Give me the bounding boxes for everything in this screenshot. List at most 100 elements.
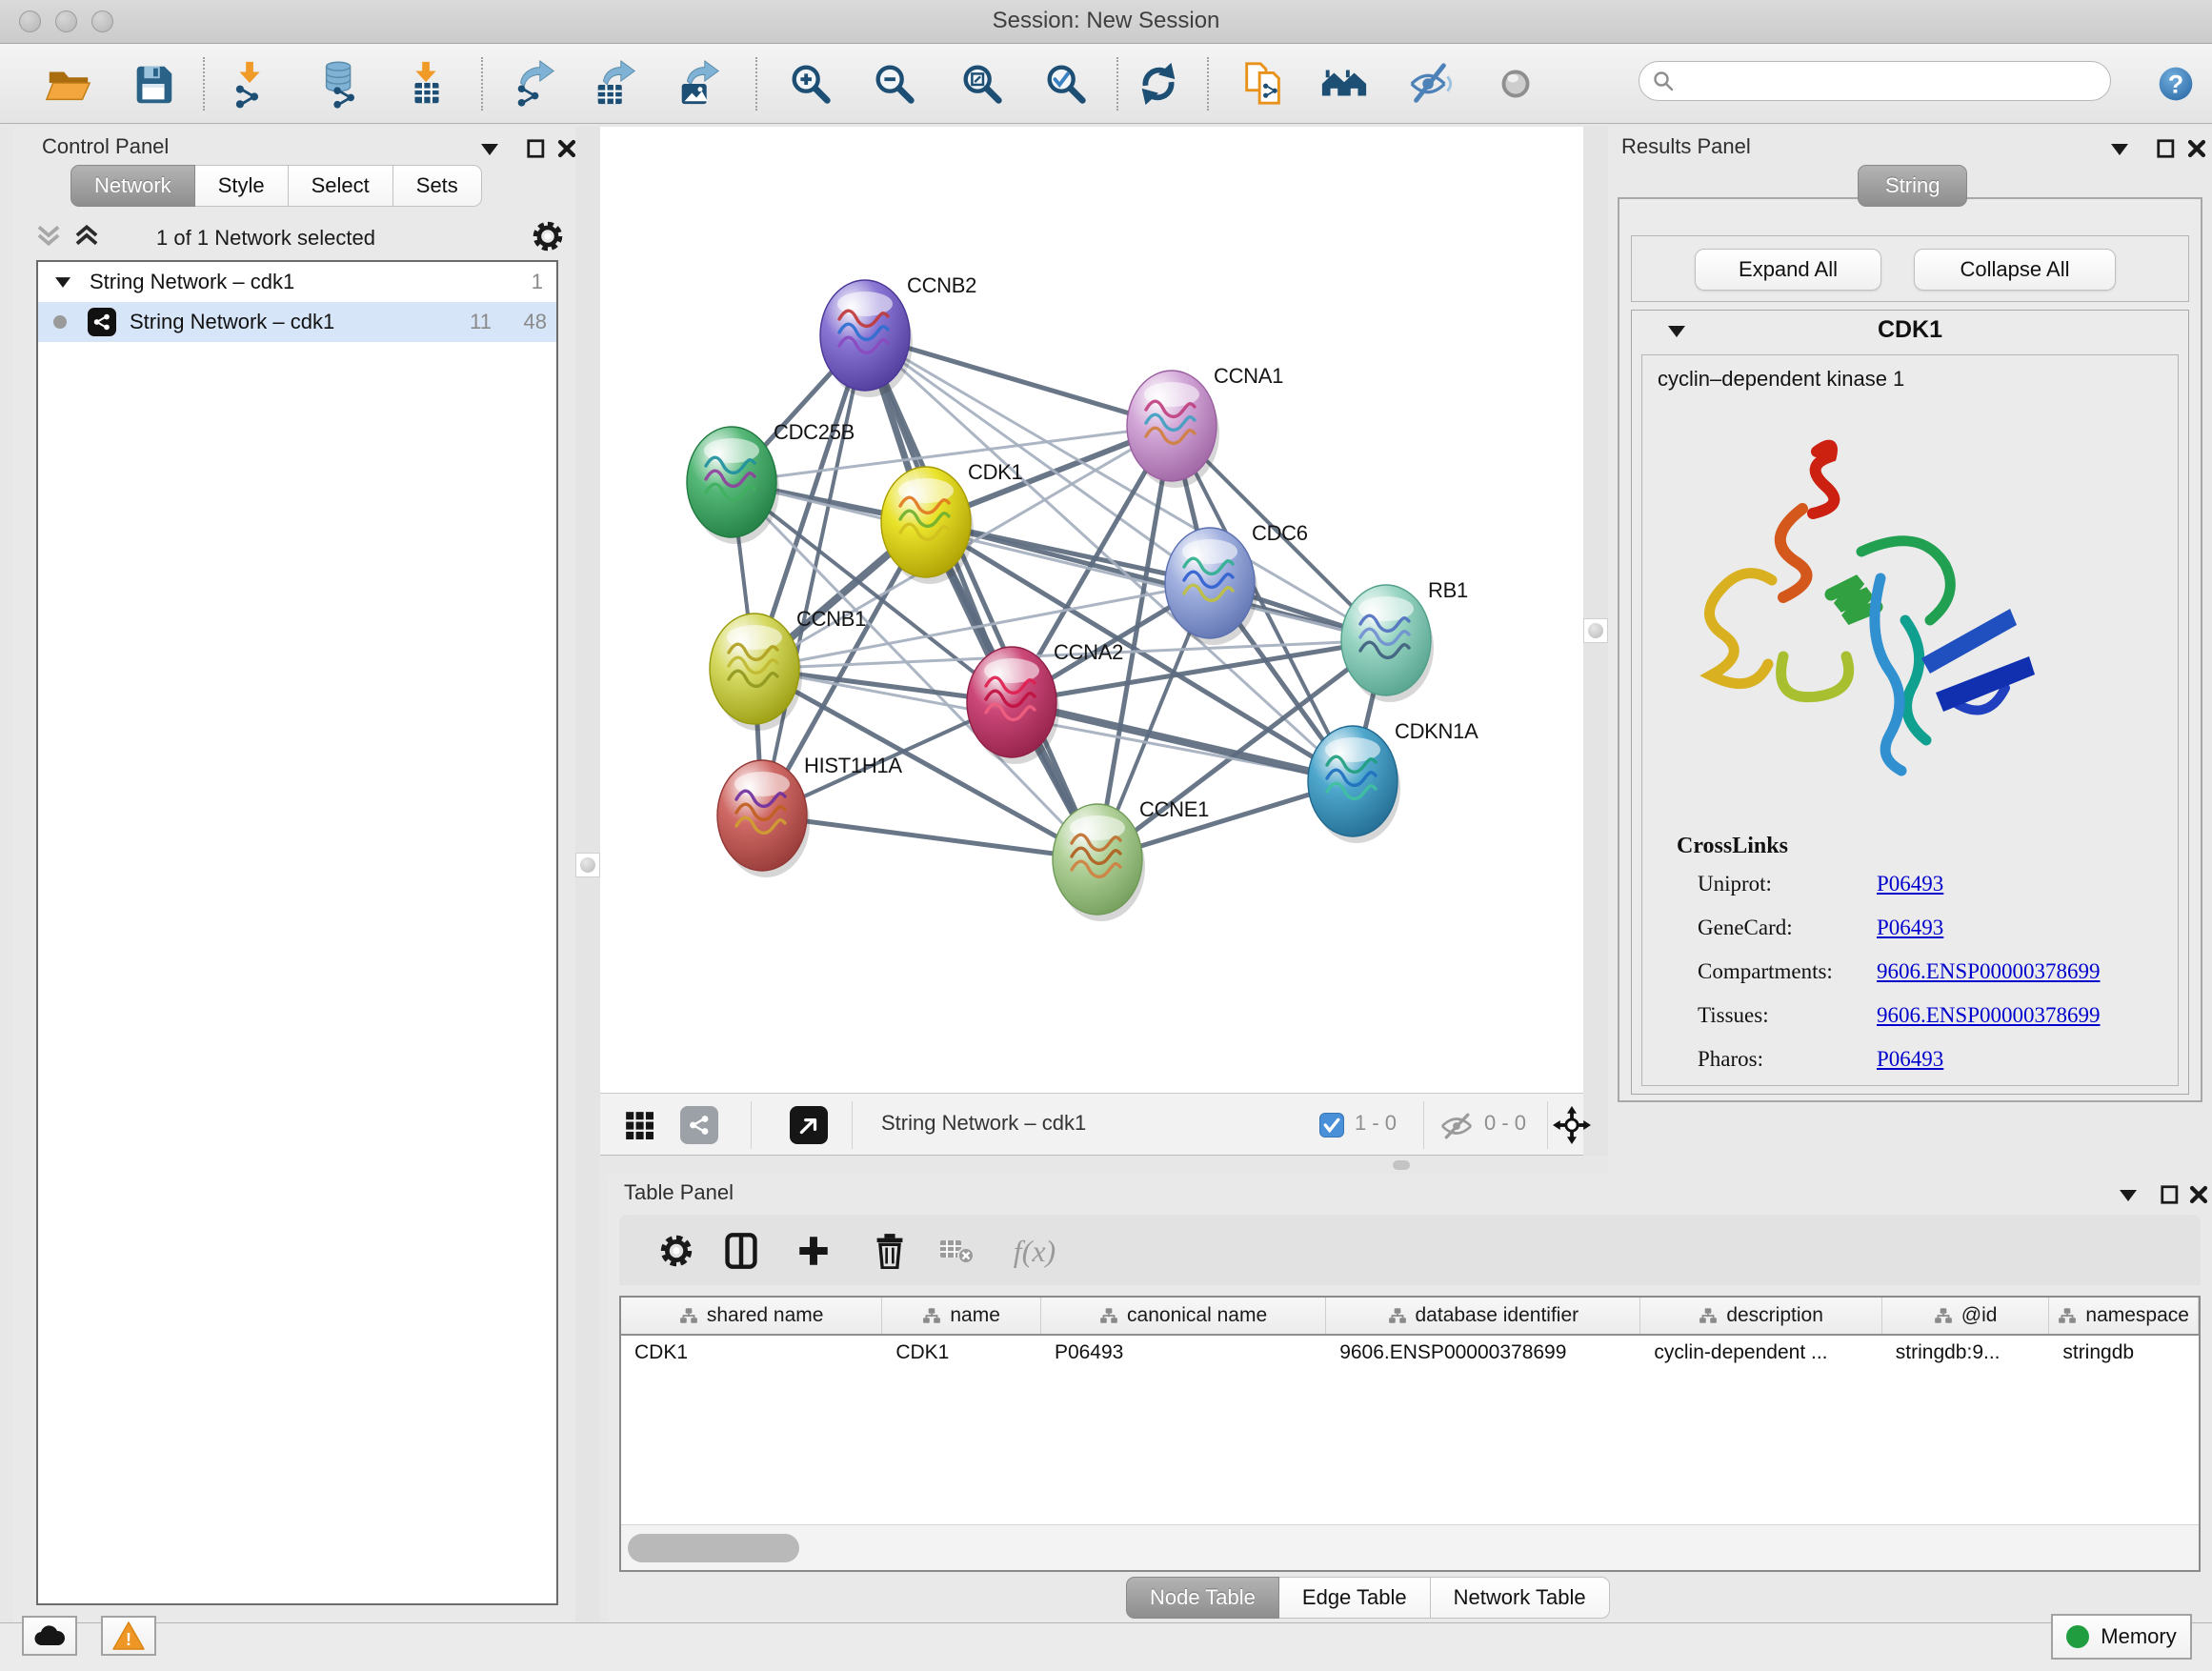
- panel-collapse-icon[interactable]: [2120, 1190, 2137, 1201]
- crosslink-link[interactable]: P06493: [1877, 1047, 1943, 1091]
- node-RB1[interactable]: RB1: [1341, 578, 1468, 702]
- edge-CCNB2-CCNE1[interactable]: [865, 335, 1097, 859]
- node-CCNA1[interactable]: CCNA1: [1127, 364, 1283, 488]
- grid-view-button[interactable]: [620, 1106, 658, 1144]
- crosslink-link[interactable]: 9606.ENSP00000378699: [1877, 1003, 2101, 1047]
- tab-sets[interactable]: Sets: [393, 165, 482, 207]
- show-details-button[interactable]: [1489, 55, 1542, 112]
- column-type-icon: [1099, 1307, 1118, 1324]
- zoom-fit-icon: [957, 59, 1007, 109]
- delete-column-button[interactable]: [865, 1226, 915, 1276]
- tree-expand-icon[interactable]: [55, 277, 70, 288]
- column-header-canonical-name[interactable]: canonical name: [1041, 1298, 1326, 1334]
- column-header-@id[interactable]: @id: [1882, 1298, 2050, 1334]
- export-network-button[interactable]: [508, 55, 561, 112]
- node-CCNA2[interactable]: CCNA2: [967, 640, 1123, 764]
- panel-collapse-icon[interactable]: [2111, 144, 2128, 155]
- hidden-eye-icon[interactable]: [1438, 1113, 1475, 1139]
- export-table-button[interactable]: [589, 55, 642, 112]
- save-session-button[interactable]: [127, 55, 180, 112]
- column-header-namespace[interactable]: namespace: [2049, 1298, 2199, 1334]
- node-CCNB2[interactable]: CCNB2: [820, 273, 976, 397]
- tab-style[interactable]: Style: [195, 165, 289, 207]
- open-in-new-window-button[interactable]: [790, 1106, 828, 1144]
- column-header-name[interactable]: name: [882, 1298, 1041, 1334]
- open-session-button[interactable]: [42, 55, 95, 112]
- table-panel: Table Panel: [607, 1175, 2212, 1622]
- crosslink-link[interactable]: 9606.ENSP00000378699: [1877, 959, 2101, 1003]
- crosslink-link[interactable]: P06493: [1877, 872, 1943, 916]
- panel-float-icon[interactable]: [2160, 1184, 2181, 1205]
- expand-all-button[interactable]: Expand All: [1695, 249, 1881, 291]
- splitter-handle[interactable]: [575, 853, 600, 877]
- gear-icon[interactable]: [532, 220, 564, 252]
- zoom-in-button[interactable]: [784, 55, 837, 112]
- separator: [1547, 1101, 1548, 1149]
- tab-string[interactable]: String: [1858, 165, 1967, 207]
- network-collection-row[interactable]: String Network – cdk1 1: [38, 262, 556, 302]
- tab-edge-table[interactable]: Edge Table: [1279, 1577, 1431, 1619]
- panel-close-icon[interactable]: [2186, 138, 2207, 159]
- network-collection-label: String Network – cdk1: [90, 270, 294, 294]
- tab-network[interactable]: Network: [70, 165, 195, 207]
- table-panel-title: Table Panel: [624, 1180, 734, 1205]
- horizontal-scrollbar[interactable]: [621, 1524, 2199, 1570]
- tab-network-table[interactable]: Network Table: [1431, 1577, 1610, 1619]
- create-column-button[interactable]: [789, 1226, 838, 1276]
- table-row[interactable]: CDK1CDK1P064939606.ENSP00000378699cyclin…: [621, 1336, 2199, 1370]
- scrollbar-thumb[interactable]: [628, 1534, 799, 1562]
- cloud-button[interactable]: [22, 1616, 77, 1656]
- network-row[interactable]: String Network – cdk1 11 48: [38, 302, 556, 342]
- panel-close-icon[interactable]: [2188, 1184, 2209, 1205]
- export-image-button[interactable]: [673, 55, 726, 112]
- warning-icon: !: [112, 1621, 145, 1650]
- tab-select[interactable]: Select: [289, 165, 393, 207]
- column-header-description[interactable]: description: [1640, 1298, 1881, 1334]
- import-network-database-button[interactable]: [314, 55, 368, 112]
- node-HIST1H1A[interactable]: HIST1H1A: [717, 754, 902, 877]
- panel-close-icon[interactable]: [556, 138, 577, 159]
- splitter-handle[interactable]: [1393, 1160, 1410, 1170]
- annotation-button[interactable]: [1237, 55, 1290, 112]
- home-button[interactable]: [1317, 55, 1371, 112]
- zoom-out-button[interactable]: [868, 55, 921, 112]
- hidden-counts: 0 - 0: [1484, 1111, 1526, 1136]
- hide-details-button[interactable]: [1403, 55, 1457, 112]
- results-panel: Results Panel String Expand All Collapse…: [1608, 127, 2212, 1175]
- panel-float-icon[interactable]: [526, 138, 547, 159]
- import-network-file-button[interactable]: [224, 55, 277, 112]
- tab-node-table[interactable]: Node Table: [1126, 1577, 1279, 1619]
- zoom-fit-button[interactable]: [955, 55, 1009, 112]
- crosslink-link[interactable]: P06493: [1877, 916, 1943, 959]
- splitter-handle[interactable]: [1583, 618, 1608, 643]
- selected-checkbox[interactable]: [1319, 1113, 1344, 1137]
- node-CDKN1A[interactable]: CDKN1A: [1308, 719, 1478, 843]
- collapse-all-button[interactable]: Collapse All: [1914, 249, 2116, 291]
- zoom-selected-button[interactable]: [1039, 55, 1093, 112]
- delete-table-button[interactable]: [932, 1226, 981, 1276]
- help-button[interactable]: ?: [2149, 55, 2202, 112]
- search-input[interactable]: [1639, 61, 2111, 101]
- network-canvas[interactable]: CCNB2CCNA1CDC25BCDK1CDC6RB1CCNB1CCNA2CDK…: [600, 127, 1583, 1093]
- birdseye-crosshair-icon[interactable]: [1553, 1106, 1591, 1144]
- node-CCNE1[interactable]: CCNE1: [1053, 797, 1209, 921]
- import-table-button[interactable]: [400, 55, 453, 112]
- function-builder-button[interactable]: f(x): [1010, 1226, 1059, 1276]
- apply-layout-button[interactable]: [1132, 55, 1185, 112]
- search-field[interactable]: [1639, 61, 2111, 101]
- right-splitter[interactable]: [1583, 127, 1608, 1175]
- table-settings-button[interactable]: [652, 1226, 701, 1276]
- warnings-button[interactable]: !: [101, 1616, 156, 1656]
- network-view-badge[interactable]: [680, 1106, 718, 1144]
- column-header-shared-name[interactable]: shared name: [621, 1298, 882, 1334]
- table-tabs: Node TableEdge TableNetwork Table: [1126, 1577, 1610, 1619]
- panel-float-icon[interactable]: [2156, 138, 2177, 159]
- show-columns-button[interactable]: [716, 1226, 766, 1276]
- left-splitter[interactable]: [575, 127, 600, 1622]
- edge-HIST1H1A-CCNE1[interactable]: [762, 815, 1097, 859]
- network-badge-icon: [88, 308, 116, 336]
- column-header-database-identifier[interactable]: database identifier: [1326, 1298, 1640, 1334]
- memory-button[interactable]: Memory: [2051, 1614, 2192, 1660]
- panel-collapse-icon[interactable]: [481, 144, 498, 155]
- refresh-icon: [1134, 59, 1183, 109]
